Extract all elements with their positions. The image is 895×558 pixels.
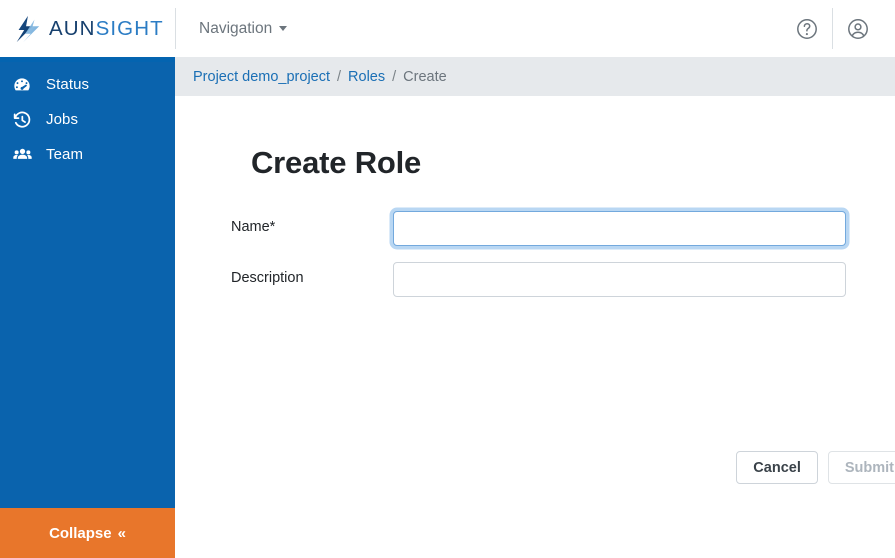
breadcrumb-separator: / <box>392 68 397 85</box>
sidebar-item-status[interactable]: Status <box>0 67 175 102</box>
create-role-form: Name* Description Cancel Submit <box>231 211 895 484</box>
sidebar-item-jobs[interactable]: Jobs <box>0 102 175 137</box>
sidebar: Status Jobs Team Collapse « <box>0 57 175 558</box>
aunsight-logo-icon <box>16 15 40 42</box>
brand-logo[interactable]: AUNSIGHT <box>0 0 175 57</box>
navigation-dropdown[interactable]: Navigation <box>185 10 301 48</box>
help-button[interactable] <box>786 8 828 50</box>
sidebar-item-label: Status <box>46 76 90 93</box>
sidebar-item-team[interactable]: Team <box>0 137 175 172</box>
name-label: Name* <box>231 219 276 235</box>
header-divider <box>175 8 176 49</box>
collapse-label: Collapse <box>49 524 112 542</box>
name-input[interactable] <box>393 211 846 246</box>
submit-button[interactable]: Submit <box>827 451 895 484</box>
header-icon-divider <box>832 8 833 49</box>
help-circle-icon <box>797 18 817 39</box>
navigation-dropdown-label: Navigation <box>199 19 273 37</box>
breadcrumb-separator: / <box>337 68 342 85</box>
cancel-button[interactable]: Cancel <box>736 451 818 484</box>
breadcrumb: Project demo_project / Roles / Create <box>175 57 895 96</box>
description-input[interactable] <box>393 262 846 297</box>
sidebar-item-label: Jobs <box>46 111 79 128</box>
sidebar-accent-bar <box>0 57 175 62</box>
sidebar-item-label: Team <box>46 146 84 163</box>
people-group-icon <box>9 142 35 168</box>
form-actions: Cancel Submit <box>231 451 895 484</box>
speedometer-icon <box>9 72 35 98</box>
breadcrumb-item-create: Create <box>403 68 447 85</box>
brand-text: AUNSIGHT <box>49 17 164 41</box>
main-content: Create Role Name* Description Cancel Sub… <box>175 96 895 558</box>
description-label: Description <box>231 270 304 286</box>
history-icon <box>9 107 35 133</box>
app-window: AUNSIGHT Navigation Status Jobs Team Col… <box>0 0 895 558</box>
page-title: Create Role <box>251 145 422 180</box>
double-chevron-left-icon: « <box>117 524 126 542</box>
account-circle-icon <box>848 18 868 39</box>
brand-text-secondary: SIGHT <box>95 16 164 40</box>
form-row-name: Name* <box>231 211 846 246</box>
brand-text-primary: AUN <box>49 16 96 40</box>
breadcrumb-item-roles[interactable]: Roles <box>348 69 385 85</box>
form-row-description: Description <box>231 262 846 297</box>
top-header: AUNSIGHT Navigation <box>0 0 895 57</box>
chevron-down-icon <box>279 26 288 31</box>
sidebar-nav-list: Status Jobs Team <box>0 67 175 172</box>
account-button[interactable] <box>837 8 879 50</box>
collapse-sidebar-button[interactable]: Collapse « <box>0 508 175 558</box>
breadcrumb-item-project[interactable]: Project demo_project <box>193 69 330 85</box>
header-icon-group <box>786 0 895 57</box>
